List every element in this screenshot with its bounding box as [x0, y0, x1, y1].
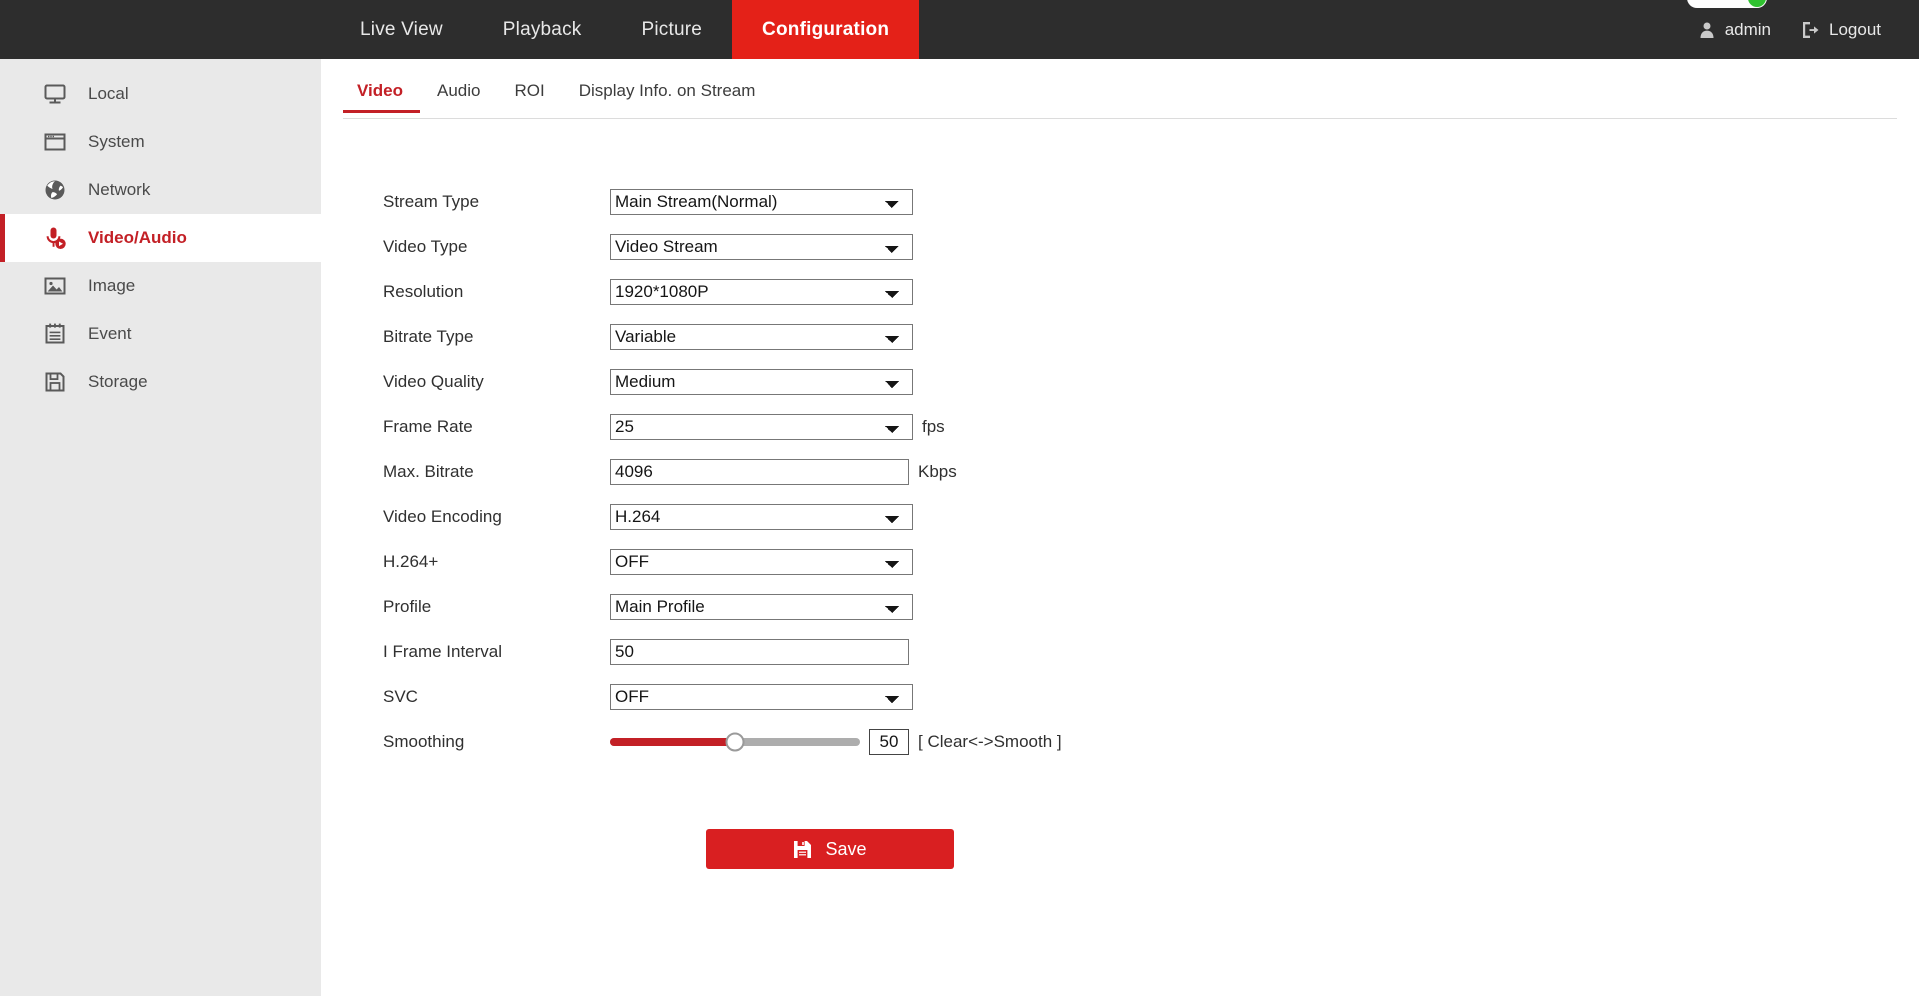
form-row-i-frame-interval: I Frame Interval — [321, 629, 1919, 674]
max-bitrate-input[interactable] — [610, 458, 909, 485]
subtab-audio[interactable]: Audio — [420, 81, 497, 113]
sidebar-item-label: Network — [88, 180, 151, 199]
video-encoding-select[interactable]: H.264H.265MJPEG — [610, 503, 913, 530]
configuration-content-panel: Video Audio ROI Display Info. on Stream … — [321, 59, 1919, 996]
logout-label: Logout — [1829, 19, 1881, 39]
notification-pill — [1687, 0, 1767, 8]
user-account-area: admin Logout — [1690, 0, 1889, 59]
configuration-sidebar: Local System Network Video/Audio Image E… — [0, 59, 321, 996]
nav-tab-label: Live View — [360, 18, 443, 40]
frame-rate-unit: fps — [922, 416, 945, 436]
form-row-stream-type: Stream Type Main Stream(Normal)Sub Strea… — [321, 179, 1919, 224]
nav-tab-label: Configuration — [762, 18, 890, 40]
h264-plus-label: H.264+ — [383, 551, 439, 571]
subtab-label: Video — [357, 81, 403, 100]
nav-tab-live-view[interactable]: Live View — [330, 0, 473, 59]
bitrate-type-label: Bitrate Type — [383, 326, 474, 346]
form-row-bitrate-type: Bitrate Type VariableConstant — [321, 314, 1919, 359]
account-name: admin — [1724, 19, 1771, 39]
frame-rate-label: Frame Rate — [383, 416, 473, 436]
video-type-label: Video Type — [383, 236, 468, 256]
i-frame-interval-input[interactable] — [610, 638, 909, 665]
smoothing-label: Smoothing — [383, 731, 465, 751]
floppy-icon — [793, 840, 812, 859]
subtab-label: Display Info. on Stream — [578, 81, 756, 100]
form-row-profile: Profile Basic ProfileMain ProfileHigh Pr… — [321, 584, 1919, 629]
max-bitrate-label: Max. Bitrate — [383, 461, 474, 481]
sidebar-item-label: Video/Audio — [88, 228, 187, 247]
form-row-video-encoding: Video Encoding H.264H.265MJPEG — [321, 494, 1919, 539]
stream-type-select[interactable]: Main Stream(Normal)Sub StreamThird Strea… — [610, 188, 913, 215]
svc-select[interactable]: OFFONAuto — [610, 683, 913, 710]
slider-handle[interactable] — [725, 732, 745, 751]
profile-select[interactable]: Basic ProfileMain ProfileHigh Profile — [610, 593, 913, 620]
sidebar-item-video-audio[interactable]: Video/Audio — [0, 214, 321, 262]
profile-label: Profile — [383, 596, 432, 616]
form-row-video-quality: Video Quality LowestLowerLowMediumHigher… — [321, 359, 1919, 404]
form-row-resolution: Resolution 1920*1080P1280*9601280*720P70… — [321, 269, 1919, 314]
frame-rate-select[interactable]: 124681012151618202225 — [610, 413, 913, 440]
video-quality-label: Video Quality — [383, 371, 484, 391]
video-settings-form: Stream Type Main Stream(Normal)Sub Strea… — [321, 179, 1919, 764]
sidebar-item-label: System — [88, 132, 145, 151]
nav-tab-picture[interactable]: Picture — [611, 0, 732, 59]
h264-plus-select[interactable]: ONOFF — [610, 548, 913, 575]
sidebar-item-event[interactable]: Event — [0, 310, 321, 358]
smoothing-slider[interactable] — [610, 729, 860, 755]
form-row-h264-plus: H.264+ ONOFF — [321, 539, 1919, 584]
smoothing-value-input[interactable] — [869, 728, 909, 755]
sidebar-item-storage[interactable]: Storage — [0, 358, 321, 406]
microphone-icon — [42, 225, 68, 251]
save-button-label: Save — [825, 838, 867, 859]
sidebar-item-local[interactable]: Local — [0, 70, 321, 118]
user-icon — [1698, 21, 1716, 39]
video-encoding-label: Video Encoding — [383, 506, 502, 526]
save-button[interactable]: Save — [706, 829, 954, 869]
sidebar-item-image[interactable]: Image — [0, 262, 321, 310]
monitor-icon — [42, 81, 68, 107]
window-icon — [42, 129, 68, 155]
calendar-icon — [42, 321, 68, 347]
picture-icon — [42, 273, 68, 299]
video-audio-subtabs: Video Audio ROI Display Info. on Stream — [343, 81, 1897, 119]
form-row-frame-rate: Frame Rate 124681012151618202225 fps — [321, 404, 1919, 449]
logout-button[interactable]: Logout — [1793, 20, 1889, 40]
subtab-roi[interactable]: ROI — [497, 81, 561, 113]
sidebar-item-label: Storage — [88, 372, 148, 391]
subtab-display-info-on-stream[interactable]: Display Info. on Stream — [562, 81, 773, 113]
nav-tab-label: Picture — [641, 18, 703, 40]
stream-type-label: Stream Type — [383, 191, 480, 211]
top-navigation-bar: Live View Playback Picture Configuration… — [0, 0, 1919, 59]
account-button[interactable]: admin — [1690, 20, 1779, 40]
sidebar-item-network[interactable]: Network — [0, 166, 321, 214]
form-row-max-bitrate: Max. Bitrate Kbps — [321, 449, 1919, 494]
logout-icon — [1801, 21, 1820, 39]
bitrate-type-select[interactable]: VariableConstant — [610, 323, 913, 350]
resolution-label: Resolution — [383, 281, 464, 301]
form-row-video-type: Video Type Video StreamVideo&Audio — [321, 224, 1919, 269]
sidebar-item-label: Local — [88, 84, 129, 103]
sidebar-item-system[interactable]: System — [0, 118, 321, 166]
max-bitrate-unit: Kbps — [918, 461, 957, 481]
smoothing-hint: [ Clear<->Smooth ] — [918, 731, 1062, 751]
subtab-label: ROI — [514, 81, 545, 100]
resolution-select[interactable]: 1920*1080P1280*9601280*720P704*576640*48… — [610, 278, 913, 305]
main-nav-tabs: Live View Playback Picture Configuration — [330, 0, 920, 59]
svc-label: SVC — [383, 686, 418, 706]
nav-tab-playback[interactable]: Playback — [473, 0, 612, 59]
subtab-video[interactable]: Video — [343, 81, 420, 113]
subtab-label: Audio — [436, 81, 481, 100]
sidebar-item-label: Event — [88, 324, 132, 343]
i-frame-interval-label: I Frame Interval — [383, 641, 503, 661]
nav-tab-label: Playback — [502, 18, 582, 40]
globe-icon — [42, 177, 68, 203]
sidebar-item-label: Image — [88, 276, 136, 295]
slider-fill — [610, 737, 735, 746]
floppy-icon — [42, 369, 68, 395]
video-type-select[interactable]: Video StreamVideo&Audio — [610, 233, 913, 260]
video-quality-select[interactable]: LowestLowerLowMediumHigherHighest — [610, 368, 913, 395]
nav-tab-configuration[interactable]: Configuration — [732, 0, 920, 59]
form-row-svc: SVC OFFONAuto — [321, 674, 1919, 719]
form-row-smoothing: Smoothing [ Clear<->Smooth ] — [321, 719, 1919, 764]
